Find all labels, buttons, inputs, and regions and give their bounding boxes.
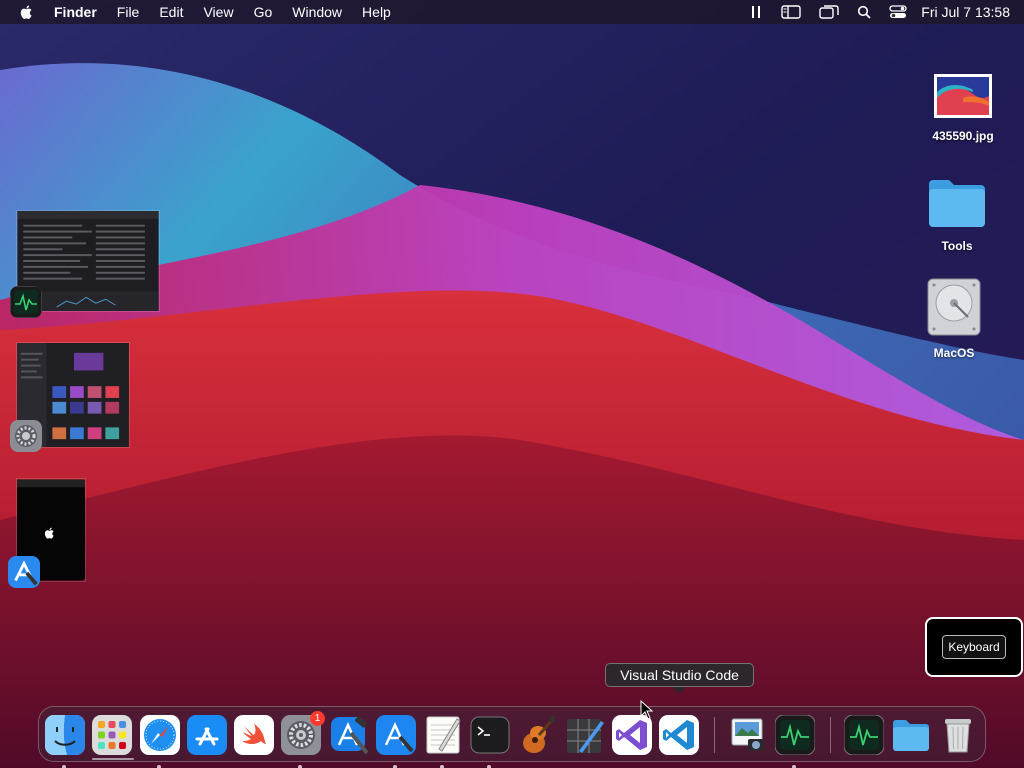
spotlight-search-icon[interactable] — [857, 5, 871, 19]
menu-view[interactable]: View — [203, 4, 233, 20]
vscode-icon — [659, 715, 699, 755]
menu-window[interactable]: Window — [292, 4, 342, 20]
pause-bars-icon[interactable] — [749, 5, 763, 19]
window-thumbnail-system-preferences[interactable] — [10, 342, 132, 454]
menu-edit[interactable]: Edit — [159, 4, 183, 20]
dock-separator — [830, 717, 831, 753]
apple-menu-icon[interactable] — [18, 3, 36, 21]
hard-drive-icon — [927, 278, 981, 336]
instruments-icon — [567, 719, 604, 753]
dock-item-system-preferences[interactable]: 1 — [281, 711, 325, 768]
xcode-icon — [331, 716, 369, 755]
desktop-icon-macos-drive[interactable]: MacOS — [909, 277, 999, 360]
dock-item-downloads-folder[interactable] — [891, 715, 931, 755]
activity-monitor-icon — [775, 715, 815, 755]
dock-item-safari[interactable] — [140, 715, 180, 768]
dock-separator — [714, 717, 715, 753]
menu-app-name[interactable]: Finder — [54, 4, 97, 20]
dock-item-textedit[interactable] — [423, 715, 463, 768]
dock-item-activity-monitor[interactable] — [775, 715, 815, 768]
xcode-simulator-icon — [8, 556, 40, 588]
activity-monitor-icon — [844, 715, 884, 755]
dock-item-swift-playgrounds[interactable] — [234, 715, 274, 755]
dock-item-visual-studio[interactable] — [612, 715, 652, 755]
window-thumbnail-simulator[interactable] — [8, 478, 88, 590]
dock-item-simulator[interactable] — [376, 715, 416, 768]
app-store-icon — [187, 715, 227, 755]
activity-monitor-icon — [10, 286, 42, 318]
dock-tooltip: Visual Studio Code — [605, 663, 754, 694]
swift-icon — [234, 715, 274, 755]
image-file-icon — [934, 74, 992, 118]
system-preferences-icon — [10, 420, 42, 452]
dock-item-preview[interactable] — [728, 715, 768, 755]
folder-icon — [929, 180, 985, 227]
menu-bar: Finder File Edit View Go Window Help Fri… — [0, 0, 1024, 24]
dock-item-instruments[interactable] — [565, 715, 605, 755]
notification-badge: 1 — [310, 711, 325, 726]
dock-item-app-store[interactable] — [187, 715, 227, 755]
trash-icon — [945, 719, 971, 753]
menu-help[interactable]: Help — [362, 4, 391, 20]
dock-selection-indicator — [92, 758, 134, 760]
dock-item-launchpad[interactable] — [92, 715, 132, 755]
visual-studio-icon — [612, 715, 652, 755]
sidebar-icon[interactable] — [781, 5, 801, 19]
dock-item-activity-monitor-minimized[interactable] — [844, 715, 884, 755]
finder-icon — [45, 715, 85, 755]
preview-icon — [731, 718, 764, 751]
dock-item-terminal[interactable] — [470, 715, 510, 768]
control-center-icon[interactable] — [889, 5, 907, 19]
folder-icon — [893, 720, 929, 751]
menu-clock[interactable]: Fri Jul 7 13:58 — [921, 4, 1010, 20]
dock: 1 — [38, 706, 986, 768]
menu-file[interactable]: File — [117, 4, 140, 20]
textedit-icon — [426, 716, 461, 754]
screen-mirror-icon[interactable] — [819, 5, 839, 19]
desktop-icon-image[interactable]: 435590.jpg — [918, 72, 1008, 143]
desktop-icon-label: 435590.jpg — [932, 129, 994, 143]
keyboard-button[interactable]: Keyboard — [942, 635, 1006, 659]
keyboard-widget: Keyboard — [925, 617, 1023, 677]
dock-item-trash[interactable] — [938, 715, 978, 755]
desktop-wallpaper — [0, 0, 1024, 768]
dock-item-xcode[interactable] — [329, 715, 369, 755]
window-thumbnail-activity-monitor[interactable] — [10, 210, 162, 320]
terminal-icon — [470, 716, 510, 754]
desktop-icon-label: MacOS — [933, 346, 975, 360]
garageband-icon — [523, 716, 555, 753]
launchpad-icon — [92, 715, 132, 755]
simulator-icon — [376, 715, 416, 755]
mouse-cursor-icon — [640, 700, 654, 720]
dock-item-visual-studio-code[interactable] — [659, 715, 699, 755]
desktop-icon-tools-folder[interactable]: Tools — [912, 176, 1002, 253]
safari-icon — [140, 715, 180, 755]
desktop-icon-label: Tools — [941, 239, 973, 253]
menu-go[interactable]: Go — [254, 4, 273, 20]
dock-item-finder[interactable] — [45, 715, 85, 768]
dock-item-garageband[interactable] — [517, 715, 557, 755]
